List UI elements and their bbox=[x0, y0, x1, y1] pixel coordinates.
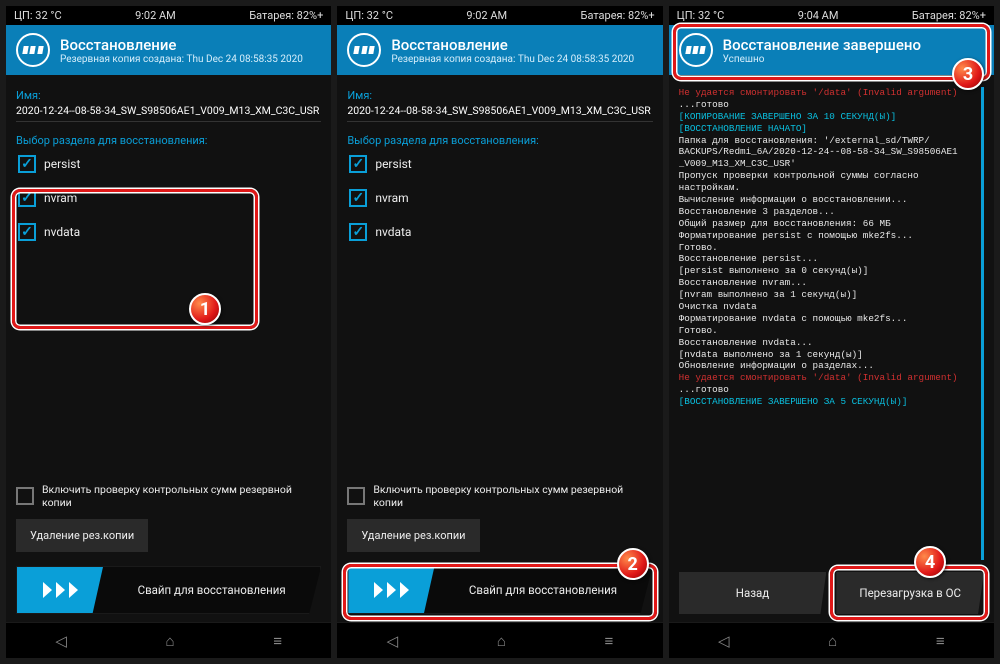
partition-section-label: Выбор раздела для восстановления: bbox=[347, 134, 652, 147]
swipe-handle[interactable] bbox=[17, 567, 103, 613]
log-output: Не удается смонтировать '/data' (Invalid… bbox=[679, 87, 984, 560]
partition-list: ✓persist ✓nvram ✓nvdata bbox=[347, 151, 652, 245]
md5-check-label: Включить проверку контрольных сумм резер… bbox=[373, 483, 652, 509]
delete-backup-button[interactable]: Удаление рез.копии bbox=[347, 519, 479, 552]
partition-nvram[interactable]: ✓nvram bbox=[347, 185, 652, 211]
nav-bar: ◁ ⌂ ≡ bbox=[669, 622, 994, 658]
partition-persist[interactable]: ✓persist bbox=[16, 151, 321, 177]
app-header: Восстановление Резервная копия создана: … bbox=[6, 25, 331, 75]
md5-check-row[interactable]: ✓ Включить проверку контрольных сумм рез… bbox=[16, 483, 321, 509]
screen-1: ЦП: 32 °C 9:02 AM Батарея: 82%+ Восстано… bbox=[6, 6, 331, 658]
chevron-right-icon bbox=[374, 582, 383, 598]
screen-2: ЦП: 32 °C 9:02 AM Батарея: 82%+ Восстано… bbox=[337, 6, 662, 658]
screen-3: ЦП: 32 °C 9:04 AM Батарея: 82%+ Восстано… bbox=[669, 6, 994, 658]
partition-list: ✓persist ✓nvram ✓nvdata bbox=[16, 151, 321, 245]
clock: 9:04 AM bbox=[798, 9, 839, 22]
cpu-temp: ЦП: 32 °C bbox=[14, 9, 62, 22]
checkbox-icon[interactable]: ✓ bbox=[18, 223, 36, 241]
main-content: Не удается смонтировать '/data' (Invalid… bbox=[669, 75, 994, 622]
status-bar: ЦП: 32 °C 9:04 AM Батарея: 82%+ bbox=[669, 6, 994, 25]
battery-status: Батарея: 82%+ bbox=[581, 9, 655, 22]
partition-section-label: Выбор раздела для восстановления: bbox=[16, 134, 321, 147]
clock: 9:02 AM bbox=[135, 9, 176, 22]
twrp-logo-icon bbox=[16, 33, 50, 67]
partition-persist[interactable]: ✓persist bbox=[347, 151, 652, 177]
page-subtitle: Резервная копия создана: Thu Dec 24 08:5… bbox=[60, 54, 303, 65]
nav-bar: ◁ ⌂ ≡ bbox=[337, 622, 662, 658]
app-header: Восстановление Резервная копия создана: … bbox=[337, 25, 662, 75]
battery-status: Батарея: 82%+ bbox=[249, 9, 323, 22]
page-title: Восстановление завершено bbox=[723, 36, 921, 54]
chevron-right-icon bbox=[69, 582, 78, 598]
battery-status: Батарея: 82%+ bbox=[912, 9, 986, 22]
status-bar: ЦП: 32 °C 9:02 AM Батарея: 82%+ bbox=[6, 6, 331, 25]
chevron-right-icon bbox=[400, 582, 409, 598]
nav-bar: ◁ ⌂ ≡ bbox=[6, 622, 331, 658]
backup-name: 2020-12-24--08-58-34_SW_S98506AE1_V009_M… bbox=[347, 104, 652, 122]
main-content: Имя: 2020-12-24--08-58-34_SW_S98506AE1_V… bbox=[337, 75, 662, 622]
page-title: Восстановление bbox=[391, 36, 634, 54]
cpu-temp: ЦП: 32 °C bbox=[345, 9, 393, 22]
home-icon[interactable]: ⌂ bbox=[828, 632, 837, 650]
page-subtitle: Успешно bbox=[723, 54, 921, 65]
md5-check-label: Включить проверку контрольных сумм резер… bbox=[42, 483, 321, 509]
swipe-to-restore[interactable]: Свайп для восстановления bbox=[347, 566, 652, 614]
name-label: Имя: bbox=[347, 89, 652, 102]
name-label: Имя: bbox=[16, 89, 321, 102]
partition-nvram[interactable]: ✓nvram bbox=[16, 185, 321, 211]
partition-nvdata[interactable]: ✓nvdata bbox=[347, 219, 652, 245]
menu-icon[interactable]: ≡ bbox=[273, 632, 282, 650]
back-icon[interactable]: ◁ bbox=[387, 632, 399, 650]
swipe-label: Свайп для восстановления bbox=[103, 583, 320, 597]
back-button[interactable]: Назад bbox=[679, 572, 827, 614]
swipe-label: Свайп для восстановления bbox=[434, 583, 651, 597]
swipe-handle[interactable] bbox=[348, 567, 434, 613]
back-icon[interactable]: ◁ bbox=[55, 632, 67, 650]
checkbox-icon[interactable]: ✓ bbox=[349, 223, 367, 241]
clock: 9:02 AM bbox=[466, 9, 507, 22]
chevron-right-icon bbox=[56, 582, 65, 598]
checkbox-icon[interactable]: ✓ bbox=[349, 189, 367, 207]
md5-check-row[interactable]: ✓ Включить проверку контрольных сумм рез… bbox=[347, 483, 652, 509]
menu-icon[interactable]: ≡ bbox=[936, 632, 945, 650]
delete-backup-button[interactable]: Удаление рез.копии bbox=[16, 519, 148, 552]
main-content: Имя: 2020-12-24--08-58-34_SW_S98506AE1_V… bbox=[6, 75, 331, 622]
checkbox-icon[interactable]: ✓ bbox=[347, 487, 365, 505]
backup-name: 2020-12-24--08-58-34_SW_S98506AE1_V009_M… bbox=[16, 104, 321, 122]
status-bar: ЦП: 32 °C 9:02 AM Батарея: 82%+ bbox=[337, 6, 662, 25]
cpu-temp: ЦП: 32 °C bbox=[677, 9, 725, 22]
app-header: Восстановление завершено Успешно bbox=[669, 25, 994, 75]
page-subtitle: Резервная копия создана: Thu Dec 24 08:5… bbox=[391, 54, 634, 65]
back-icon[interactable]: ◁ bbox=[718, 632, 730, 650]
checkbox-icon[interactable]: ✓ bbox=[18, 189, 36, 207]
checkbox-icon[interactable]: ✓ bbox=[18, 155, 36, 173]
home-icon[interactable]: ⌂ bbox=[497, 632, 506, 650]
reboot-button[interactable]: Перезагрузка в ОС bbox=[836, 572, 984, 614]
page-title: Восстановление bbox=[60, 36, 303, 54]
home-icon[interactable]: ⌂ bbox=[166, 632, 175, 650]
chevron-right-icon bbox=[43, 582, 52, 598]
checkbox-icon[interactable]: ✓ bbox=[16, 487, 34, 505]
swipe-to-restore[interactable]: Свайп для восстановления bbox=[16, 566, 321, 614]
checkbox-icon[interactable]: ✓ bbox=[349, 155, 367, 173]
twrp-logo-icon bbox=[347, 33, 381, 67]
twrp-logo-icon bbox=[679, 33, 713, 67]
menu-icon[interactable]: ≡ bbox=[605, 632, 614, 650]
partition-nvdata[interactable]: ✓nvdata bbox=[16, 219, 321, 245]
chevron-right-icon bbox=[387, 582, 396, 598]
